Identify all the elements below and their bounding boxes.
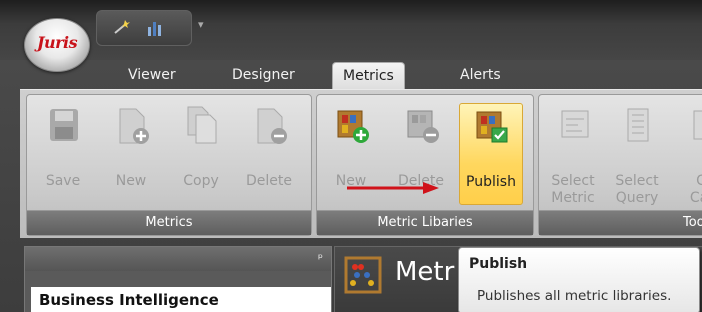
select-metric-label: Select Metric [551, 173, 595, 206]
bar-chart-icon[interactable] [147, 19, 163, 37]
content-title: Metr [395, 257, 455, 287]
publish-tooltip: Publish Publishes all metric libraries. [458, 247, 700, 312]
copy-button[interactable]: Copy [171, 103, 231, 203]
save-button[interactable]: Save [33, 103, 93, 203]
select-query-label: Select Query [615, 173, 659, 206]
new-library-icon [337, 110, 369, 143]
floppy-disk-icon [50, 109, 78, 141]
new-metric-button[interactable]: New [101, 103, 161, 203]
tab-designer[interactable]: Designer [222, 62, 305, 88]
calculate-icon [693, 110, 702, 140]
publish-button[interactable]: Publish [459, 103, 523, 205]
new-document-icon [119, 108, 149, 144]
calculate-button[interactable]: C Cal [671, 103, 702, 206]
group-metrics: Save New Copy Delete Metrics [26, 94, 312, 236]
quick-access-toolbar [96, 10, 192, 46]
tooltip-title: Publish [469, 256, 528, 272]
red-arrow-icon [347, 182, 439, 194]
delete-library-icon [407, 110, 439, 143]
copy-label: Copy [183, 173, 219, 189]
pin-icon[interactable]: ᵖ [318, 251, 323, 265]
tab-alerts[interactable]: Alerts [450, 62, 511, 88]
calculate-label: C Cal [689, 173, 702, 206]
group-label-metrics: Metrics [27, 210, 311, 235]
app-orb-button[interactable]: Juris [24, 18, 90, 72]
logo-text: Juris [36, 33, 78, 52]
navigation-panel-header: ᵖ [25, 247, 331, 271]
select-metric-button[interactable]: Select Metric [543, 103, 603, 206]
application-window: ▾ Juris Viewer Designer Metrics Alerts S… [0, 0, 702, 312]
group-tools: Select Metric Select Query C C Too [538, 94, 702, 236]
delete-metric-label: Delete [246, 173, 292, 189]
select-query-icon [627, 108, 649, 142]
publish-library-icon [476, 111, 508, 143]
select-metric-icon [561, 110, 589, 138]
delete-document-icon [257, 108, 287, 144]
publish-label: Publish [466, 174, 516, 190]
delete-metric-button[interactable]: Delete [239, 103, 299, 203]
save-label: Save [45, 173, 81, 189]
group-label-tools: Tools [539, 210, 702, 235]
tab-viewer[interactable]: Viewer [118, 62, 186, 88]
select-query-button[interactable]: Select Query [607, 103, 667, 206]
new-metric-label: New [115, 173, 147, 189]
ribbon: Save New Copy Delete Metrics New Delete … [20, 89, 702, 238]
tooltip-body: Publishes all metric libraries. [477, 288, 672, 304]
copy-documents-icon [187, 106, 217, 144]
group-metric-libraries: New Delete Publish Metric Libaries [316, 94, 534, 236]
wand-icon[interactable] [113, 19, 131, 35]
abacus-icon [344, 256, 382, 294]
section-title-business-intelligence[interactable]: Business Intelligence [31, 287, 331, 312]
chevron-down-icon[interactable]: ▾ [198, 18, 212, 31]
tab-metrics[interactable]: Metrics [332, 62, 405, 89]
group-label-metric-libraries: Metric Libaries [317, 210, 533, 235]
navigation-panel: ᵖ Business Intelligence [24, 246, 332, 312]
